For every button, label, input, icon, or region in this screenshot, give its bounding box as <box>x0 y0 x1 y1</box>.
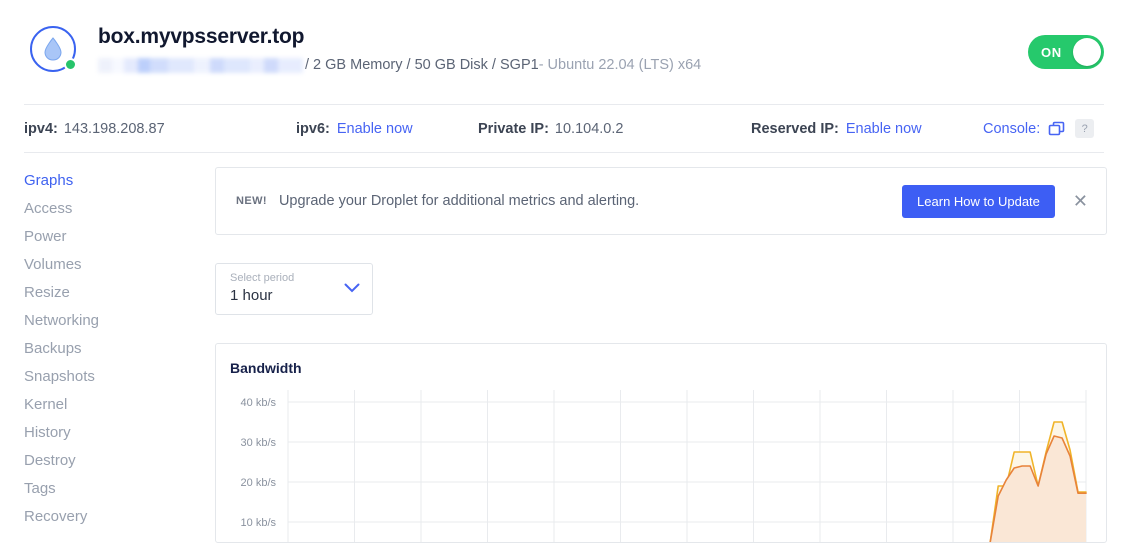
main-panel: NEW! Upgrade your Droplet for additional… <box>215 153 1128 543</box>
sidebar-item-graphs[interactable]: Graphs <box>24 167 215 195</box>
reserved-ip-info: Reserved IP: Enable now <box>751 121 983 137</box>
sidebar-item-tags[interactable]: Tags <box>24 475 215 503</box>
power-toggle[interactable]: ON <box>1028 35 1104 69</box>
water-drop-glyph <box>44 37 62 61</box>
sidebar-item-networking[interactable]: Networking <box>24 307 215 335</box>
close-icon[interactable]: ✕ <box>1073 192 1088 210</box>
console-info: Console: ? <box>983 119 1095 138</box>
chart-title: Bandwidth <box>230 360 302 376</box>
droplet-sidebar: Graphs Access Power Volumes Resize Netwo… <box>24 153 215 543</box>
svg-text:30 kb/s: 30 kb/s <box>241 437 277 449</box>
svg-text:10 kb/s: 10 kb/s <box>241 517 277 529</box>
bandwidth-chart-panel: Bandwidth 40 kb/s 30 kb/s 20 kb/s 10 kb/s <box>215 343 1107 543</box>
ipv6-label: ipv6: <box>296 120 330 137</box>
sidebar-item-history[interactable]: History <box>24 419 215 447</box>
private-ip-info: Private IP: 10.104.0.2 <box>478 121 751 137</box>
bandwidth-chart-svg: 40 kb/s 30 kb/s 20 kb/s 10 kb/s <box>241 390 1087 542</box>
online-status-dot <box>64 58 77 71</box>
ipv4-label: ipv4: <box>24 120 58 137</box>
period-select-label: Select period <box>230 272 295 284</box>
page-title: box.myvpsserver.top <box>98 25 305 48</box>
learn-how-to-update-button[interactable]: Learn How to Update <box>902 184 1055 218</box>
sidebar-item-volumes[interactable]: Volumes <box>24 251 215 279</box>
sidebar-item-backups[interactable]: Backups <box>24 335 215 363</box>
sidebar-item-power[interactable]: Power <box>24 223 215 251</box>
banner-message: Upgrade your Droplet for additional metr… <box>278 193 640 209</box>
sidebar-item-snapshots[interactable]: Snapshots <box>24 363 215 391</box>
help-button[interactable]: ? <box>1075 119 1095 138</box>
external-window-icon[interactable] <box>1048 121 1065 137</box>
sidebar-item-kernel[interactable]: Kernel <box>24 391 215 419</box>
reserved-ip-enable-link[interactable]: Enable now <box>846 121 922 137</box>
upgrade-banner: NEW! Upgrade your Droplet for additional… <box>215 167 1107 235</box>
power-toggle-knob[interactable] <box>1073 38 1101 66</box>
banner-new-tag: NEW! <box>236 195 267 207</box>
sidebar-item-access[interactable]: Access <box>24 195 215 223</box>
sidebar-item-recovery[interactable]: Recovery <box>24 503 215 531</box>
reserved-ip-label: Reserved IP: <box>751 120 839 137</box>
svg-text:20 kb/s: 20 kb/s <box>241 477 277 489</box>
redacted-ip-blur <box>98 57 303 73</box>
console-link[interactable]: Console: <box>983 121 1040 137</box>
ipv4-value: 143.198.208.87 <box>63 120 165 137</box>
sidebar-item-resize[interactable]: Resize <box>24 279 215 307</box>
private-ip-label: Private IP: <box>478 120 549 137</box>
chevron-down-icon[interactable] <box>344 283 360 293</box>
power-toggle-label: ON <box>1041 44 1062 60</box>
period-select-wrap: Select period 1 hour <box>215 263 1107 315</box>
period-select-value: 1 hour <box>230 287 273 304</box>
droplet-header: box.myvpsserver.top / 2 GB Memory / 50 G… <box>0 0 1128 104</box>
ipv6-info: ipv6: Enable now <box>296 121 478 137</box>
period-select[interactable]: Select period 1 hour <box>215 263 373 315</box>
droplet-os: - Ubuntu 22.04 (LTS) x64 <box>538 57 702 73</box>
bandwidth-chart[interactable]: 40 kb/s 30 kb/s 20 kb/s 10 kb/s <box>226 382 1092 542</box>
network-info-bar: ipv4: 143.198.208.87 ipv6: Enable now Pr… <box>24 104 1104 153</box>
ipv6-enable-link[interactable]: Enable now <box>337 121 413 137</box>
droplet-logo <box>30 26 77 72</box>
content-area: Graphs Access Power Volumes Resize Netwo… <box>0 153 1128 543</box>
ipv4-info: ipv4: 143.198.208.87 <box>24 121 296 137</box>
private-ip-value: 10.104.0.2 <box>554 120 624 137</box>
svg-text:40 kb/s: 40 kb/s <box>241 397 277 409</box>
droplet-graphs-page: box.myvpsserver.top / 2 GB Memory / 50 G… <box>0 0 1128 560</box>
sidebar-item-destroy[interactable]: Destroy <box>24 447 215 475</box>
droplet-specs: / 2 GB Memory / 50 GB Disk / SGP1 <box>305 57 539 73</box>
